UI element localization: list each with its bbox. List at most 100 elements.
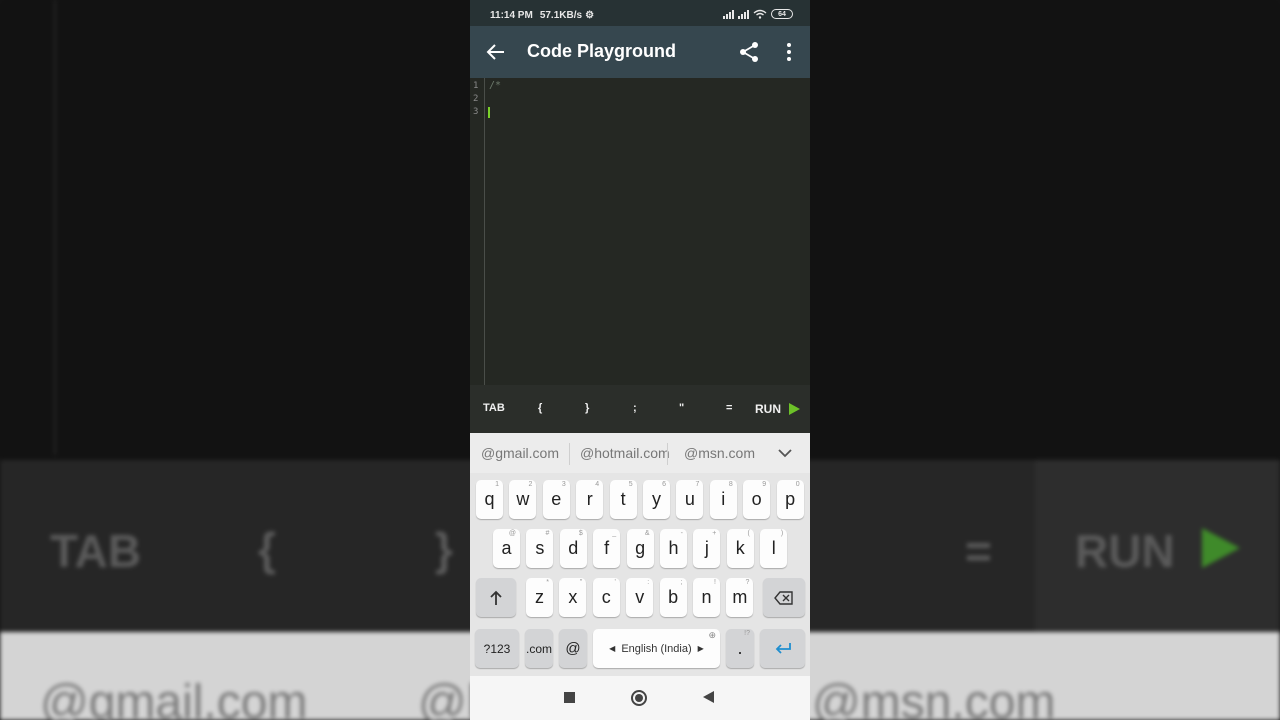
line-number: 1 <box>473 81 479 91</box>
key-label: x <box>568 587 578 607</box>
key-a[interactable]: a @ <box>493 529 520 568</box>
key-u[interactable]: u7 <box>676 480 704 519</box>
code-editor[interactable]: 1 2 3 /* <box>470 78 810 385</box>
bg-open-brace: { <box>258 523 276 575</box>
key-label: n <box>701 587 712 607</box>
key-l[interactable]: l) <box>760 529 788 568</box>
back-arrow-icon[interactable] <box>484 40 508 64</box>
key-label: w <box>516 489 530 509</box>
tab-key-button[interactable]: TAB <box>483 402 505 414</box>
key-p[interactable]: p0 <box>776 480 804 519</box>
recents-icon[interactable] <box>564 692 575 703</box>
key-g[interactable]: g & <box>626 529 654 568</box>
key-j[interactable]: j + <box>693 529 721 568</box>
key-c[interactable]: c ' <box>592 578 620 617</box>
chevron-down-icon[interactable] <box>777 445 793 461</box>
enter-key[interactable] <box>760 629 805 668</box>
key-label: c <box>601 587 611 607</box>
key-b[interactable]: b; <box>659 578 687 617</box>
bg-gutter-line <box>54 0 56 455</box>
dot-com-key[interactable]: .com <box>525 629 553 668</box>
shift-arrow-icon <box>490 590 502 605</box>
backspace-key[interactable] <box>763 578 805 617</box>
bg-tab-label: TAB <box>50 525 142 577</box>
key-label: l <box>771 538 776 558</box>
bg-suggestion-gmail: @gmail.com <box>40 676 308 720</box>
key-label: y <box>652 489 661 509</box>
key-z[interactable]: z * <box>526 578 553 617</box>
line-number: 3 <box>473 107 479 117</box>
wifi-icon <box>753 9 767 19</box>
code-line-1: /* <box>489 80 502 91</box>
key-hint: @ <box>508 530 516 537</box>
key-label: e <box>551 489 562 509</box>
run-button[interactable]: RUN <box>755 402 781 416</box>
symbol-toolbar: TAB { } ; " = RUN <box>470 385 810 433</box>
backspace-icon <box>774 590 793 605</box>
key-label: k <box>735 538 745 558</box>
key-hint: * <box>546 579 549 586</box>
key-label: g <box>635 538 646 558</box>
key-f[interactable]: f _ <box>593 529 621 568</box>
key-label: h <box>668 538 679 558</box>
key-v[interactable]: v: <box>626 578 654 617</box>
key-d[interactable]: d $ <box>559 529 587 568</box>
key-label: o <box>751 489 762 509</box>
open-brace-button[interactable]: { <box>538 402 542 414</box>
key-n[interactable]: n! <box>693 578 720 617</box>
key-m[interactable]: m? <box>726 578 754 617</box>
key-hint: - <box>680 530 683 537</box>
suggestion-strip: @gmail.com @hotmail.com @msn.com <box>470 433 810 473</box>
at-key[interactable]: @ <box>559 629 587 668</box>
key-r[interactable]: r4 <box>576 480 604 519</box>
suggestion-msn[interactable]: @msn.com <box>684 445 755 461</box>
key-s[interactable]: s # <box>526 529 554 568</box>
key-y[interactable]: y6 <box>643 480 670 519</box>
battery-icon: 64 <box>771 9 793 19</box>
key-h[interactable]: h- <box>660 529 687 568</box>
home-icon[interactable] <box>631 690 647 706</box>
key-label: b <box>668 587 679 607</box>
key-hint: ( <box>747 530 750 537</box>
key-o[interactable]: o9 <box>743 480 771 519</box>
enter-icon <box>775 642 791 654</box>
key-hint: 3 <box>561 481 566 488</box>
key-q[interactable]: q1 <box>476 480 503 519</box>
system-nav-bar <box>470 676 810 720</box>
key-e[interactable]: e3 <box>542 480 570 519</box>
play-icon[interactable] <box>789 403 800 415</box>
semicolon-button[interactable]: ; <box>633 402 637 414</box>
phone-screen: 11:14 PM 57.1KB/s ⚙ 64 Code Playground 1… <box>470 0 810 720</box>
key-i[interactable]: i8 <box>709 480 737 519</box>
bg-run-label: RUN <box>1075 525 1175 577</box>
on-screen-keyboard: @gmail.com @hotmail.com @msn.com q1w2e3r… <box>470 433 810 676</box>
key-label: r <box>586 489 593 509</box>
nav-back-icon[interactable] <box>703 691 714 703</box>
suggestion-hotmail[interactable]: @hotmail.com <box>580 445 670 461</box>
bg-play-icon <box>1202 528 1240 568</box>
line-number-gutter: 1 2 3 <box>470 78 485 385</box>
equals-button[interactable]: = <box>726 402 732 414</box>
key-label: z <box>535 587 544 607</box>
more-options-icon[interactable] <box>778 40 800 64</box>
key-k[interactable]: k( <box>726 529 754 568</box>
key-label: m <box>732 587 748 607</box>
key-w[interactable]: w2 <box>509 480 537 519</box>
key-hint: ' <box>614 579 616 586</box>
quote-button[interactable]: " <box>679 402 684 414</box>
period-key[interactable]: . !? <box>726 629 754 668</box>
suggestion-gmail[interactable]: @gmail.com <box>481 445 559 461</box>
space-bar[interactable]: ◀ English (India) ▶ ⊕ <box>593 629 720 668</box>
shift-key[interactable] <box>476 578 516 617</box>
key-hint: " <box>579 579 583 586</box>
page-title: Code Playground <box>527 41 677 61</box>
key-hint: _ <box>612 530 617 537</box>
share-icon[interactable] <box>738 41 760 63</box>
divider <box>667 443 668 465</box>
numbers-key[interactable]: ?123 <box>475 629 519 668</box>
key-t[interactable]: t5 <box>609 480 637 519</box>
key-x[interactable]: x " <box>559 578 587 617</box>
signal-1-icon <box>723 9 734 19</box>
close-brace-button[interactable]: } <box>585 402 589 414</box>
key-label: v <box>635 587 645 607</box>
